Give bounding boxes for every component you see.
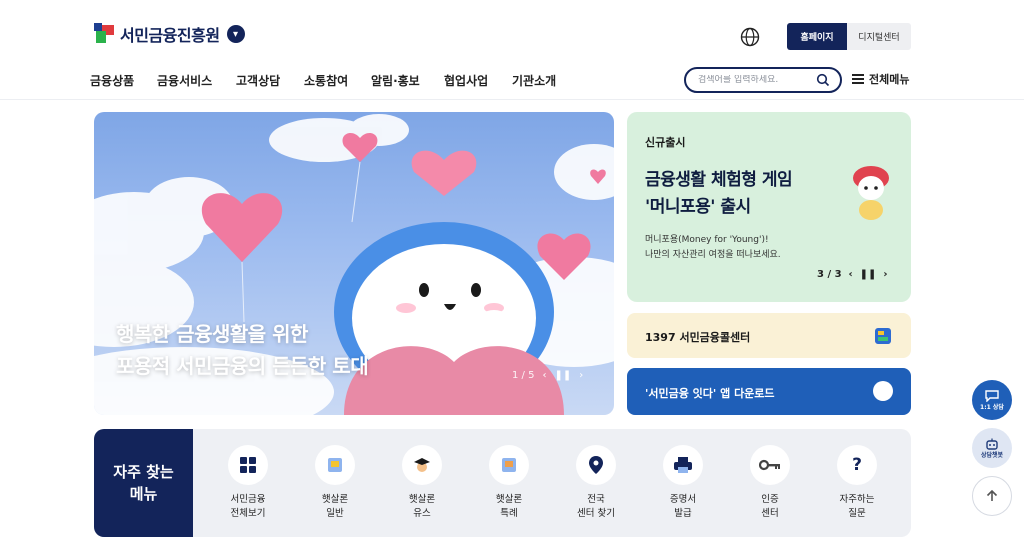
quick-menu-heading-line1: 자주 찾는 bbox=[113, 463, 174, 481]
scroll-top-button[interactable] bbox=[972, 476, 1012, 516]
printer-icon bbox=[663, 445, 703, 485]
new-release-title: 금융생활 체험형 게임 '머니포용' 출시 bbox=[645, 167, 793, 221]
nav-item-services[interactable]: 금융서비스 bbox=[157, 72, 212, 89]
new-release-title-line2: '머니포용' 출시 bbox=[645, 197, 751, 217]
hero-banner[interactable]: 행복한 금융생활을 위한 포용적 서민금융의 든든한 토대 1 / 5 ‹ ❚❚… bbox=[94, 112, 614, 415]
nav-item-products[interactable]: 금융상품 bbox=[90, 72, 134, 89]
nav-item-about[interactable]: 기관소개 bbox=[512, 72, 556, 89]
nav-item-consulting[interactable]: 고객상담 bbox=[236, 72, 280, 89]
quick-item-find-center[interactable]: 전국센터 찾기 bbox=[556, 445, 636, 521]
hamburger-icon bbox=[852, 74, 864, 84]
all-menu-label: 전체메뉴 bbox=[869, 73, 910, 86]
robot-icon bbox=[986, 438, 998, 450]
quick-item-label: 자주하는 bbox=[839, 494, 875, 505]
homepage-button[interactable]: 홈페이지 bbox=[787, 23, 847, 50]
hero-title-line1: 행복한 금융생활을 위한 bbox=[116, 322, 308, 346]
quick-item-sunshine-special[interactable]: 햇살론특례 bbox=[469, 445, 549, 521]
quick-item-label: 특례 bbox=[500, 508, 518, 519]
location-pin-icon bbox=[576, 445, 616, 485]
nav-item-cooperation[interactable]: 협업사업 bbox=[444, 72, 488, 89]
search-input[interactable] bbox=[698, 75, 814, 85]
top-header: 서민금융진흥원 ▾ 홈페이지 디지털센터 bbox=[0, 0, 1024, 60]
quick-item-label: 인증 bbox=[761, 494, 779, 505]
search-icon[interactable] bbox=[816, 73, 830, 87]
search-box bbox=[684, 67, 842, 93]
new-release-title-line1: 금융생활 체험형 게임 bbox=[645, 170, 793, 190]
hero-carousel-controls: 1 / 5 ‹ ❚❚ › bbox=[512, 370, 583, 381]
hero-title-line2: 포용적 서민금융의 든든한 토대 bbox=[116, 354, 369, 378]
next-arrow-icon[interactable]: › bbox=[883, 269, 887, 280]
arrow-up-icon bbox=[986, 489, 998, 501]
globe-icon[interactable] bbox=[740, 27, 760, 47]
logo-mark-icon bbox=[94, 23, 116, 45]
quick-menu-heading-line2: 메뉴 bbox=[129, 485, 158, 503]
mascot-icon bbox=[853, 166, 889, 220]
chatbot-label: 상담챗봇 bbox=[980, 451, 1004, 459]
quick-item-label: 센터 bbox=[761, 508, 779, 519]
prev-arrow-icon[interactable]: ‹ bbox=[542, 370, 546, 381]
phone-book-icon bbox=[875, 328, 891, 344]
chatbot-button[interactable]: 상담챗봇 bbox=[972, 428, 1012, 468]
quick-item-label: 발급 bbox=[674, 508, 692, 519]
new-release-card[interactable]: 신규출시 금융생활 체험형 게임 '머니포용' 출시 머니포용(Money fo… bbox=[627, 112, 911, 302]
new-release-desc: 머니포용(Money for 'Young')! 나만의 자산관리 여정을 떠나… bbox=[645, 233, 781, 263]
key-icon bbox=[750, 445, 790, 485]
quick-item-auth-center[interactable]: 인증센터 bbox=[730, 445, 810, 521]
quick-item-label: 센터 찾기 bbox=[577, 508, 615, 519]
next-arrow-icon[interactable]: › bbox=[579, 370, 583, 381]
app-download-label: '서민금융 잇다' 앱 다운로드 bbox=[645, 387, 775, 400]
call-center-card[interactable]: 1397 서민금융콜센터 bbox=[627, 313, 911, 358]
quick-item-sunshine-youth[interactable]: 햇살론유스 bbox=[382, 445, 462, 521]
document-icon bbox=[315, 445, 355, 485]
document-icon bbox=[489, 445, 529, 485]
quick-item-certificate[interactable]: 증명서발급 bbox=[643, 445, 723, 521]
quick-menu: 자주 찾는 메뉴 서민금융전체보기 햇살론일반 햇살론유스 햇살론특례 전국센터… bbox=[94, 429, 911, 537]
app-icon bbox=[873, 381, 893, 401]
app-download-card[interactable]: '서민금융 잇다' 앱 다운로드 bbox=[627, 368, 911, 415]
news-carousel-controls: 3 / 3 ‹ ❚❚ › bbox=[817, 269, 888, 280]
pause-icon[interactable]: ❚❚ bbox=[554, 370, 571, 381]
new-release-desc-line1: 머니포용(Money for 'Young')! bbox=[645, 235, 769, 245]
digital-center-button[interactable]: 디지털센터 bbox=[847, 23, 911, 50]
quick-item-label: 유스 bbox=[413, 508, 431, 519]
call-center-label: 1397 서민금융콜센터 bbox=[645, 331, 751, 344]
quick-menu-heading: 자주 찾는 메뉴 bbox=[94, 429, 193, 537]
new-release-desc-line2: 나만의 자산관리 여정을 떠나보세요. bbox=[645, 250, 781, 260]
site-logo[interactable]: 서민금융진흥원 ▾ bbox=[94, 22, 245, 46]
quick-item-label: 전체보기 bbox=[230, 508, 266, 519]
new-release-tag: 신규출시 bbox=[645, 136, 686, 149]
nav-item-notice[interactable]: 알림·홍보 bbox=[371, 72, 420, 89]
quick-item-label: 질문 bbox=[848, 508, 866, 519]
quick-item-faq[interactable]: ? 자주하는질문 bbox=[817, 445, 897, 521]
hero-title: 행복한 금융생활을 위한 포용적 서민금융의 든든한 토대 bbox=[116, 318, 369, 382]
quick-item-label: 전국 bbox=[587, 494, 605, 505]
quick-item-sunshine-general[interactable]: 햇살론일반 bbox=[295, 445, 375, 521]
question-icon: ? bbox=[837, 445, 877, 485]
hero-page-indicator: 1 / 5 bbox=[512, 370, 535, 381]
chat-consult-label: 1:1 상담 bbox=[980, 403, 1004, 411]
pause-icon[interactable]: ❚❚ bbox=[860, 269, 877, 280]
quick-item-label: 햇살론 bbox=[495, 494, 523, 505]
chat-consult-button[interactable]: 1:1 상담 bbox=[972, 380, 1012, 420]
graduate-icon bbox=[402, 445, 442, 485]
chat-bubble-icon bbox=[985, 389, 999, 402]
chevron-down-icon[interactable]: ▾ bbox=[226, 25, 245, 43]
quick-item-label: 서민금융 bbox=[230, 494, 266, 505]
quick-item-label: 햇살론 bbox=[408, 494, 436, 505]
logo-text: 서민금융진흥원 bbox=[120, 26, 220, 45]
nav-item-participation[interactable]: 소통참여 bbox=[304, 72, 348, 89]
quick-item-label: 햇살론 bbox=[321, 494, 349, 505]
all-menu-button[interactable]: 전체메뉴 bbox=[852, 71, 909, 87]
news-page-indicator: 3 / 3 bbox=[817, 269, 842, 280]
grid-icon bbox=[228, 445, 268, 485]
quick-item-label: 증명서 bbox=[669, 494, 697, 505]
quick-item-all-products[interactable]: 서민금융전체보기 bbox=[208, 445, 288, 521]
prev-arrow-icon[interactable]: ‹ bbox=[849, 269, 853, 280]
quick-item-label: 일반 bbox=[326, 508, 344, 519]
